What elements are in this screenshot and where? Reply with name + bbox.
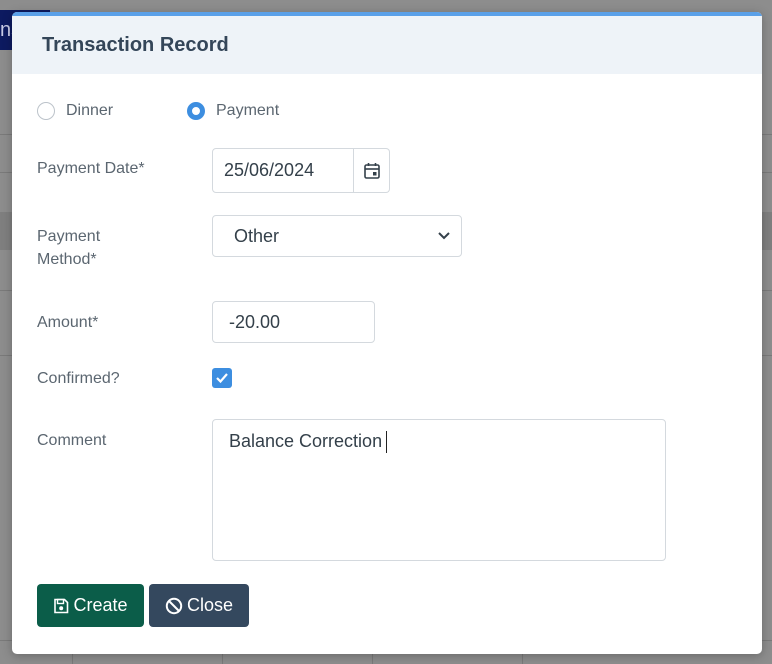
comment-value: Balance Correction — [229, 431, 383, 451]
payment-method-value: Other — [234, 225, 280, 246]
confirmed-checkbox[interactable] — [212, 368, 232, 388]
radio-option-payment[interactable]: Payment — [187, 102, 279, 120]
amount-label: Amount* — [37, 314, 99, 331]
radio-label-payment: Payment — [216, 102, 280, 119]
comment-textarea[interactable]: Balance Correction — [212, 419, 666, 561]
payment-date-input[interactable]: 25/06/2024 — [212, 148, 354, 193]
modal-title: Transaction Record — [42, 33, 229, 56]
close-button-label: Close — [186, 595, 234, 615]
radio-button-payment[interactable] — [187, 102, 205, 120]
date-picker-button[interactable] — [354, 148, 390, 193]
transaction-record-modal: Transaction Record Dinner Payment Paymen… — [12, 12, 762, 654]
ban-icon — [165, 597, 183, 614]
payment-method-label: Payment Method* — [37, 225, 100, 271]
payment-method-select[interactable]: Other — [212, 215, 462, 257]
payment-date-group: 25/06/2024 — [212, 148, 390, 193]
create-button-label: Create — [73, 595, 128, 615]
checkmark-icon — [216, 373, 228, 384]
radio-option-dinner[interactable]: Dinner — [37, 102, 113, 120]
floppy-disk-icon — [54, 598, 69, 613]
chevron-down-icon — [438, 232, 450, 240]
payment-method-label-line2: Method* — [37, 251, 97, 268]
text-cursor — [386, 431, 388, 453]
close-button[interactable]: Close — [149, 584, 249, 627]
modal-header: Transaction Record — [12, 16, 762, 74]
amount-value: -20.00 — [229, 311, 281, 332]
payment-date-value: 25/06/2024 — [224, 160, 315, 180]
calendar-icon — [363, 162, 380, 179]
payment-method-label-line1: Payment — [37, 228, 101, 245]
create-button[interactable]: Create — [37, 584, 144, 627]
radio-button-dinner[interactable] — [37, 102, 55, 120]
radio-label-dinner: Dinner — [66, 102, 114, 119]
comment-label: Comment — [37, 432, 107, 449]
payment-date-label: Payment Date* — [37, 160, 145, 177]
amount-input[interactable]: -20.00 — [212, 301, 375, 343]
confirmed-label: Confirmed? — [37, 370, 120, 387]
